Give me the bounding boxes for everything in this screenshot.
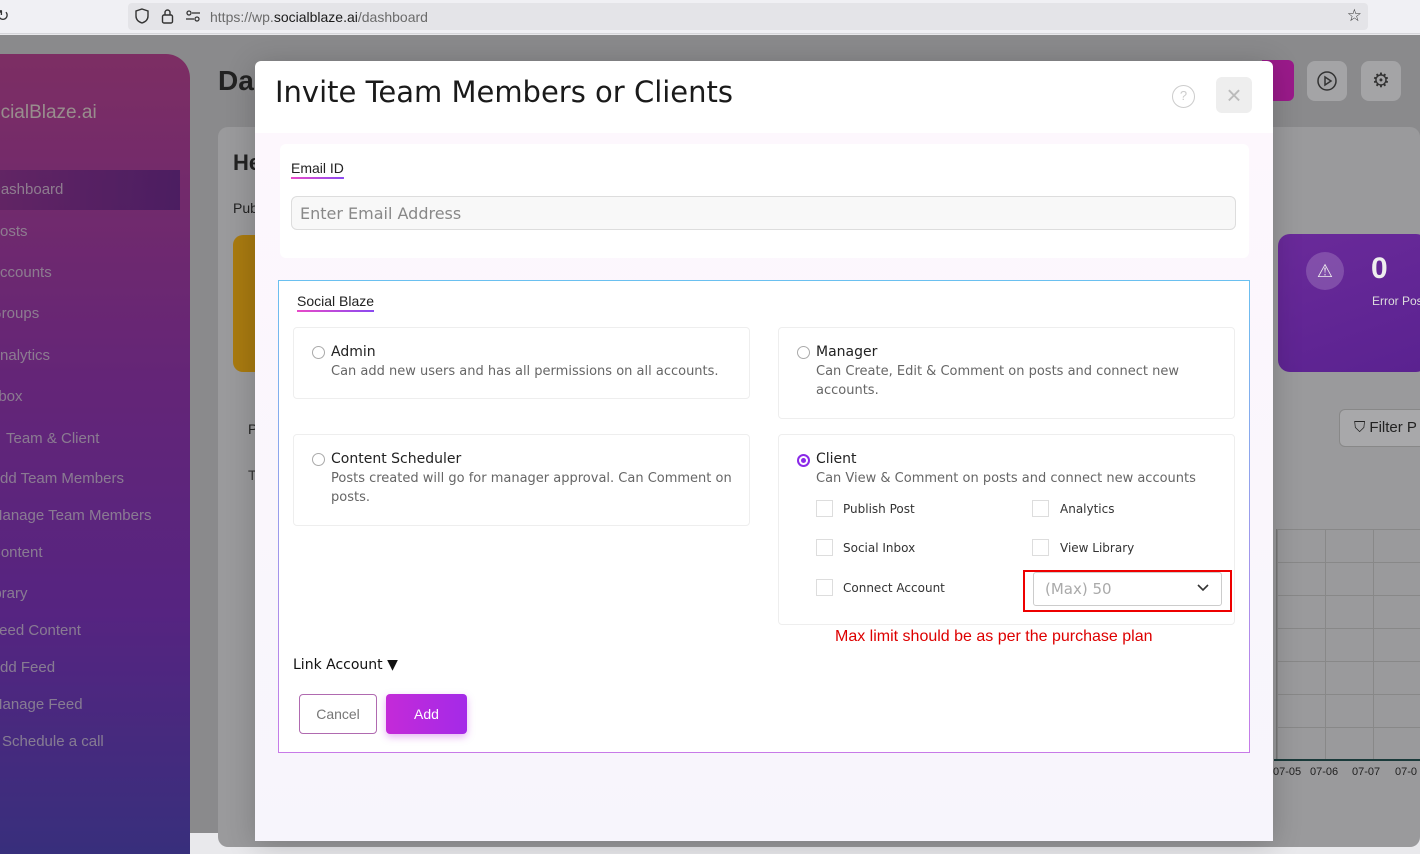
x-tick: 07-0 xyxy=(1395,766,1418,778)
social-blaze-label: Social Blaze xyxy=(297,293,375,312)
content-scheduler-title: Content Scheduler xyxy=(331,451,462,467)
error-label: Error Pos xyxy=(1372,294,1420,308)
sidebar-item-analytics[interactable]: Analytics xyxy=(0,347,50,364)
error-count: 0 xyxy=(1371,252,1388,285)
sidebar-item-content[interactable]: Content xyxy=(0,544,43,561)
sidebar-item-manage-feed[interactable]: Manage Feed xyxy=(0,696,83,713)
sidebar: ocialBlaze.ai Dashboard Posts Accounts G… xyxy=(0,54,190,854)
sidebar-item-manage-team-members[interactable]: Manage Team Members xyxy=(0,507,151,524)
role-admin-option[interactable]: Admin Can add new users and has all perm… xyxy=(293,327,750,399)
manager-desc: Can Create, Edit & Comment on posts and … xyxy=(816,364,1179,398)
email-card: Email ID xyxy=(280,144,1249,258)
help-icon[interactable]: ? xyxy=(1172,85,1195,108)
sidebar-item-feed-content[interactable]: Feed Content xyxy=(0,622,81,639)
chart-axis xyxy=(1274,759,1420,761)
x-tick: 07-05 xyxy=(1273,766,1302,778)
analytics-label: Analytics xyxy=(1060,502,1115,516)
sidebar-item-accounts[interactable]: Accounts xyxy=(0,264,52,281)
permissions-icon[interactable] xyxy=(185,9,201,26)
warning-icon: ⚠ xyxy=(1306,252,1344,290)
role-manager-option[interactable]: Manager Can Create, Edit & Comment on po… xyxy=(778,327,1235,419)
close-button[interactable]: × xyxy=(1216,77,1252,113)
sidebar-item-add-feed[interactable]: Add Feed xyxy=(0,659,55,676)
connect-account-checkbox[interactable] xyxy=(816,579,833,596)
client-radio[interactable] xyxy=(797,454,810,467)
client-desc: Can View & Comment on posts and connect … xyxy=(816,471,1196,486)
sidebar-item-library[interactable]: ibrary xyxy=(0,585,28,602)
admin-radio[interactable] xyxy=(312,346,325,359)
analytics-checkbox[interactable] xyxy=(1032,500,1049,517)
filter-icon: ⛉ xyxy=(1354,419,1370,436)
sidebar-item-add-team-members[interactable]: Add Team Members xyxy=(0,470,124,487)
add-button[interactable]: Add xyxy=(386,694,467,734)
gear-icon[interactable]: ⚙ xyxy=(1361,61,1401,101)
lock-icon[interactable] xyxy=(161,8,174,27)
manager-radio[interactable] xyxy=(797,346,810,359)
sidebar-item-posts[interactable]: Posts xyxy=(0,223,28,240)
content-scheduler-radio[interactable] xyxy=(312,453,325,466)
modal-title: Invite Team Members or Clients xyxy=(275,75,734,109)
roles-card: Social Blaze Admin Can add new users and… xyxy=(278,280,1250,753)
max-accounts-select[interactable]: (Max) 50 xyxy=(1033,572,1222,606)
client-title: Client xyxy=(816,451,857,467)
bookmark-star-icon[interactable]: ☆ xyxy=(1347,6,1362,26)
annotation-note: Max limit should be as per the purchase … xyxy=(835,628,1153,645)
brand-logo-text: ocialBlaze.ai xyxy=(0,102,97,123)
cancel-button[interactable]: Cancel xyxy=(299,694,377,734)
email-label: Email ID xyxy=(291,160,344,179)
content-scheduler-desc: Posts created will go for manager approv… xyxy=(331,471,732,505)
filter-label: Filter P xyxy=(1369,419,1417,436)
page-title: Da xyxy=(218,65,254,96)
sidebar-item-team-client[interactable]: Team & Client xyxy=(6,430,99,447)
view-library-label: View Library xyxy=(1060,541,1135,555)
email-input[interactable] xyxy=(291,196,1236,230)
browser-toolbar: ↻ https://wp.socialblaze.ai/dashboard ☆ xyxy=(0,0,1420,34)
sidebar-item-inbox[interactable]: nbox xyxy=(0,388,23,405)
chevron-down-icon xyxy=(1197,573,1209,605)
admin-desc: Can add new users and has all permission… xyxy=(331,364,719,379)
chart-grid xyxy=(1276,529,1420,761)
publish-post-label: Publish Post xyxy=(843,502,915,516)
connect-account-label: Connect Account xyxy=(843,581,945,595)
sidebar-item-schedule-call[interactable]: Schedule a call xyxy=(2,733,104,750)
view-library-checkbox[interactable] xyxy=(1032,539,1049,556)
address-bar[interactable]: https://wp.socialblaze.ai/dashboard ☆ xyxy=(128,3,1368,30)
sidebar-item-groups[interactable]: Groups xyxy=(0,305,39,322)
shield-icon[interactable] xyxy=(135,8,149,27)
filter-button[interactable]: ⛉ Filter P xyxy=(1339,409,1420,447)
social-inbox-label: Social Inbox xyxy=(843,541,916,555)
url-text[interactable]: https://wp.socialblaze.ai/dashboard xyxy=(210,9,428,25)
reload-icon[interactable]: ↻ xyxy=(0,6,9,26)
manager-title: Manager xyxy=(816,344,878,360)
invite-modal: Invite Team Members or Clients ? × Email… xyxy=(255,61,1273,841)
publish-post-checkbox[interactable] xyxy=(816,500,833,517)
stat-card xyxy=(233,235,257,372)
role-content-scheduler-option[interactable]: Content Scheduler Posts created will go … xyxy=(293,434,750,526)
error-posts-card: ⚠ 0 Error Pos xyxy=(1278,234,1420,372)
social-inbox-checkbox[interactable] xyxy=(816,539,833,556)
x-tick: 07-07 xyxy=(1352,766,1381,778)
max-accounts-value: (Max) 50 xyxy=(1045,580,1112,598)
play-icon[interactable] xyxy=(1307,61,1347,101)
sidebar-item-dashboard[interactable]: Dashboard xyxy=(0,170,180,210)
x-tick: 07-06 xyxy=(1310,766,1339,778)
link-account-toggle[interactable]: Link Account ▼ xyxy=(293,657,398,673)
admin-title: Admin xyxy=(331,344,376,360)
